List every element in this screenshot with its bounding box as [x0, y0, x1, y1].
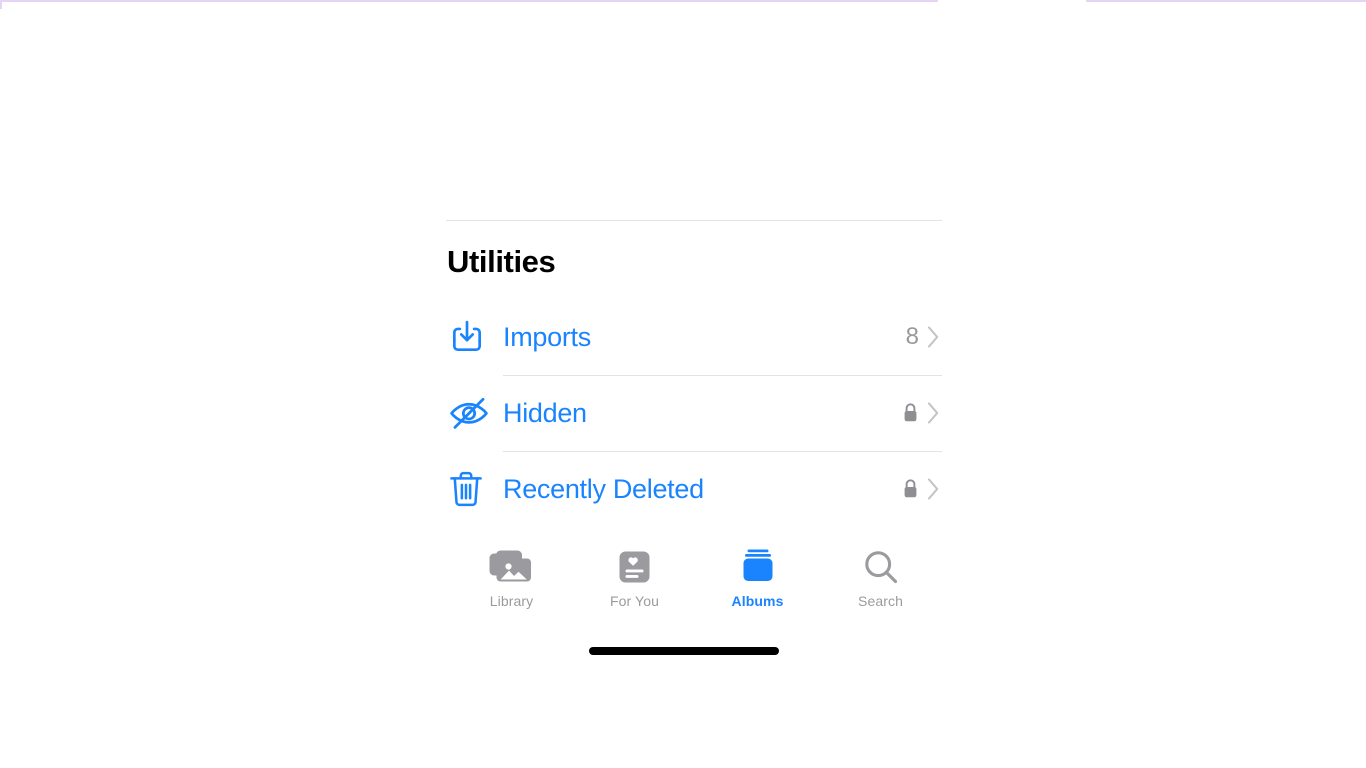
list-item-imports[interactable]: Imports 8: [446, 299, 942, 375]
tab-albums[interactable]: Albums: [696, 548, 819, 609]
list-item-label: Imports: [503, 321, 591, 352]
top-edge-rule-left: [0, 0, 938, 9]
section-title: Utilities: [447, 244, 556, 279]
item-count: 8: [905, 323, 919, 350]
photo-stack-icon: [488, 548, 536, 586]
list-item-trailing: [902, 476, 942, 502]
section-top-divider: [446, 220, 942, 221]
import-tray-arrow-down-icon: [446, 318, 503, 356]
list-item-label: Hidden: [503, 397, 587, 428]
magnifier-icon: [862, 548, 900, 586]
list-item-trailing: [902, 400, 942, 426]
tab-label: For You: [610, 593, 659, 609]
photos-albums-viewport: Utilities Imports 8 Hidden Recently Dele…: [446, 220, 942, 660]
list-item-recently-deleted[interactable]: Recently Deleted: [446, 451, 942, 527]
tab-for-you[interactable]: For You: [573, 548, 696, 609]
tab-label: Library: [489, 593, 534, 609]
utilities-list: Imports 8 Hidden Recently Deleted: [446, 299, 942, 527]
top-edge-tick: [0, 0, 2, 9]
lock-icon: [904, 479, 917, 498]
chevron-right-icon: [927, 402, 939, 424]
heart-card-icon: [618, 548, 651, 586]
list-item-hidden[interactable]: Hidden: [446, 375, 942, 451]
albums-stack-icon: [738, 548, 778, 586]
tab-library[interactable]: Library: [450, 548, 573, 609]
list-item-trailing: 8: [906, 323, 942, 351]
trash-icon: [446, 470, 503, 508]
lock-icon: [904, 403, 917, 422]
tab-search[interactable]: Search: [819, 548, 942, 609]
tab-label: Search: [858, 593, 903, 609]
chevron-right-icon: [927, 478, 939, 500]
chevron-right-icon: [927, 326, 939, 348]
home-indicator[interactable]: [589, 647, 779, 655]
top-edge-rule-right: [1086, 0, 1366, 2]
list-item-label: Recently Deleted: [503, 473, 704, 504]
eye-slash-icon: [446, 392, 503, 434]
tab-label: Albums: [731, 593, 784, 609]
tab-bar: Library For You Albums Search: [450, 548, 942, 609]
